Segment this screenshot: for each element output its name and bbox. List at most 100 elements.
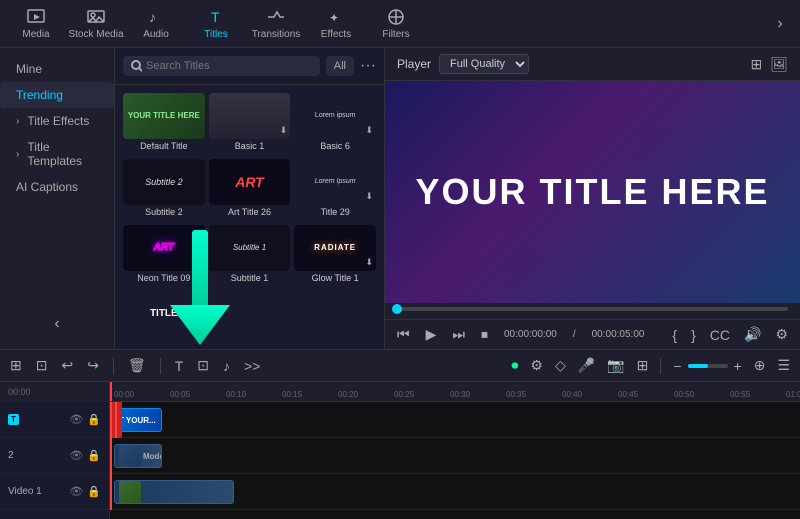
ruler-35: 00:35 — [506, 382, 562, 401]
sidebar-trending-label: Trending — [16, 88, 63, 102]
track-label-title: T 👁 🔒 — [0, 402, 109, 438]
tl-zoom-out-btn[interactable]: − — [671, 356, 683, 376]
track-label-v2: 2 👁 🔒 — [0, 438, 109, 474]
ruler-05: 00:05 — [170, 382, 226, 401]
timeline-start-time: 00:00 — [8, 387, 31, 397]
title-card-default[interactable]: YOUR TITLE HERE Default Title — [123, 93, 205, 155]
tl-delete-btn[interactable]: 🗑 — [126, 355, 148, 376]
titles-grid: YOUR TITLE HERE Default Title ⬇ Basic 1 … — [115, 85, 384, 349]
tl-list-btn[interactable]: ☰ — [775, 355, 792, 376]
ruler-45: 00:45 — [618, 382, 674, 401]
track-lock-icon[interactable]: 🔒 — [87, 413, 101, 426]
search-input[interactable] — [146, 60, 312, 72]
tl-zoom-in-btn[interactable]: + — [732, 356, 744, 376]
ruler-15: 00:15 — [282, 382, 338, 401]
track-eye-icon[interactable]: 👁 — [69, 413, 83, 426]
tl-record-btn[interactable]: ⏺ — [509, 355, 520, 376]
tl-splitscreen-btn[interactable]: ⊞ — [635, 355, 651, 376]
toolbar-transitions[interactable]: Transitions — [248, 3, 304, 45]
tl-text-btn[interactable]: T — [173, 356, 186, 376]
card-neon09-label: Neon Title 09 — [123, 271, 205, 287]
toolbar-audio[interactable]: ♪ Audio — [128, 3, 184, 45]
track-v2-lock-icon[interactable]: 🔒 — [87, 449, 101, 462]
subtitle-button[interactable]: CC — [706, 325, 734, 345]
stop-button[interactable]: ⏹ — [477, 324, 492, 345]
toolbar-titles[interactable]: T Titles — [188, 3, 244, 45]
title-card-subtitle1[interactable]: Subtitle 1 Subtitle 1 — [209, 225, 291, 287]
sidebar-collapse-btn[interactable]: ‹ — [54, 315, 59, 333]
tl-separator-3 — [660, 358, 661, 374]
title-card-art26[interactable]: ART Art Title 26 — [209, 159, 291, 221]
track-v1-lock-icon[interactable]: 🔒 — [87, 485, 101, 498]
card-basic6-text: Lorem ipsum — [315, 112, 355, 119]
title-card-neon09[interactable]: ART ⬇ Neon Title 09 — [123, 225, 205, 287]
progress-dot — [392, 304, 402, 314]
timeline-tracks: T YOUR... Mode... — [110, 402, 800, 510]
skip-next-button[interactable]: ⏭ — [448, 324, 469, 345]
timeline-ruler-label-row: 00:00 — [0, 382, 109, 402]
search-input-wrap[interactable] — [123, 56, 320, 76]
toolbar-stock[interactable]: Stock Media — [68, 3, 124, 45]
tl-more-btn[interactable]: >> — [242, 356, 262, 376]
zoom-fill — [688, 364, 708, 368]
tl-zoom-controls: − + — [671, 356, 743, 376]
tl-mic-btn[interactable]: 🎤 — [576, 355, 597, 376]
trim-in-button[interactable]: { — [668, 325, 681, 345]
screenshot-icon[interactable]: 🖼 — [770, 56, 788, 73]
tl-undo-btn[interactable]: ↩ — [59, 355, 75, 376]
sidebar-item-ai-captions[interactable]: AI Captions — [0, 174, 114, 200]
sidebar-titleeffects-label: Title Effects — [27, 114, 89, 128]
tl-addtrack-btn[interactable]: ⊕ — [752, 355, 768, 376]
v1-track-icons: 👁 🔒 — [69, 485, 101, 498]
ruler-25: 00:25 — [394, 382, 450, 401]
toolbar-more-arrow[interactable]: › — [768, 12, 792, 36]
tl-snap-btn[interactable]: ⚙ — [528, 355, 545, 376]
svg-text:♪: ♪ — [149, 9, 156, 25]
title-card-glow1[interactable]: RADIATE ⬇ Glow Title 1 — [294, 225, 376, 287]
volume-button[interactable]: 🔊 — [740, 324, 765, 345]
title-card-basic6[interactable]: Lorem ipsum ⬇ Basic 6 — [294, 93, 376, 155]
title-card-basic1[interactable]: ⬇ Basic 1 — [209, 93, 291, 155]
settings-button[interactable]: ⚙ — [771, 324, 792, 345]
toolbar-media[interactable]: Media — [8, 3, 64, 45]
toolbar-effects[interactable]: ✦ Effects — [308, 3, 364, 45]
play-button[interactable]: ▶ — [422, 324, 441, 345]
player-canvas: YOUR TITLE HERE — [385, 81, 800, 303]
tl-grid-btn[interactable]: ⊞ — [8, 355, 24, 376]
skip-back-button[interactable]: ⏮ — [393, 324, 414, 345]
toolbar-effects-label: Effects — [321, 29, 351, 40]
title-card-subtitle2[interactable]: Subtitle 2 Subtitle 2 — [123, 159, 205, 221]
clip-v2[interactable]: Mode... — [114, 444, 162, 468]
toolbar-media-label: Media — [22, 29, 49, 40]
progress-bar[interactable] — [397, 307, 788, 311]
clip-v1[interactable] — [114, 480, 234, 504]
sidebar-item-trending[interactable]: Trending — [0, 82, 114, 108]
sidebar-item-title-effects[interactable]: › Title Effects — [0, 108, 114, 134]
ruler-marks: 00:00 00:05 00:10 00:15 00:20 00:25 00:3… — [110, 382, 800, 401]
tl-redo-btn[interactable]: ↪ — [85, 355, 101, 376]
trim-out-button[interactable]: } — [687, 325, 700, 345]
track-row-v2: Mode... — [110, 438, 800, 474]
tl-marker-btn[interactable]: ◇ — [553, 355, 568, 376]
track-v1-eye-icon[interactable]: 👁 — [69, 485, 83, 498]
timeline-main: 00:00 00:05 00:10 00:15 00:20 00:25 00:3… — [110, 382, 800, 519]
title-card-partial[interactable]: TITLE — [123, 291, 205, 343]
svg-text:T: T — [211, 9, 220, 25]
fullscreen-icon[interactable]: ⊞ — [750, 56, 762, 73]
title-card-title29[interactable]: Lorem Ipsum ⬇ Title 29 — [294, 159, 376, 221]
filter-button[interactable]: All — [326, 56, 354, 76]
toolbar-filters[interactable]: Filters — [368, 3, 424, 45]
track-label-v1: Video 1 👁 🔒 — [0, 474, 109, 510]
sidebar-item-title-templates[interactable]: › Title Templates — [0, 134, 114, 174]
tl-camera-btn[interactable]: 📷 — [605, 355, 626, 376]
tl-magnet-btn[interactable]: ⊡ — [34, 355, 50, 376]
zoom-slider[interactable] — [688, 364, 728, 368]
track-v2-eye-icon[interactable]: 👁 — [69, 449, 83, 462]
card-subtitle2-label: Subtitle 2 — [123, 205, 205, 221]
more-options-button[interactable]: ··· — [360, 57, 376, 75]
sidebar-item-mine[interactable]: Mine — [0, 56, 114, 82]
download-icon-3: ⬇ — [365, 191, 373, 202]
tl-audio-btn[interactable]: ♪ — [221, 356, 232, 376]
tl-crop-btn[interactable]: ⊡ — [195, 355, 211, 376]
quality-select[interactable]: Full Quality 1/2 Quality 1/4 Quality — [439, 54, 529, 74]
